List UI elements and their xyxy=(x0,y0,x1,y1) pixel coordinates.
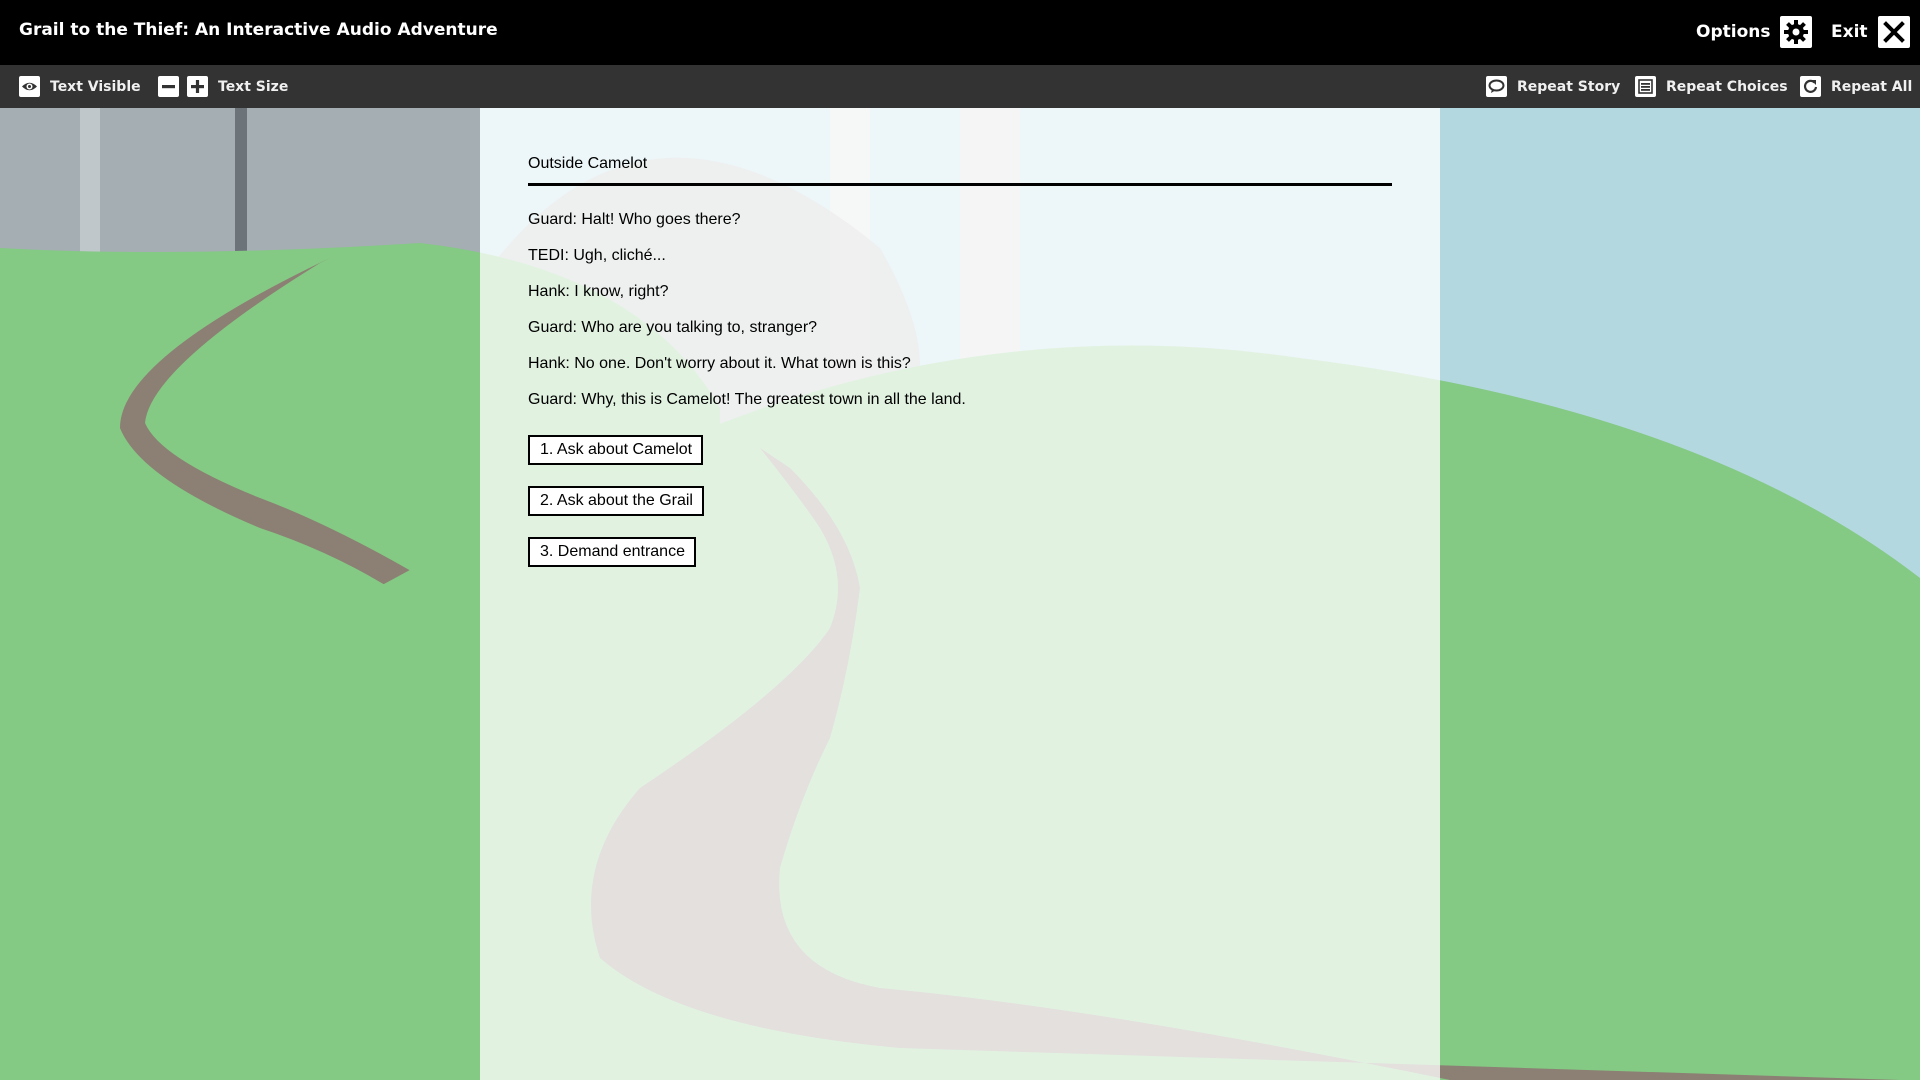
title-bar: Grail to the Thief: An Interactive Audio… xyxy=(0,0,1920,65)
repeat-choices-label: Repeat Choices xyxy=(1666,78,1788,95)
eye-icon xyxy=(19,76,40,97)
repeat-choices-button[interactable]: Repeat Choices xyxy=(1635,75,1788,98)
choice-demand-entrance-button[interactable]: 3. Demand entrance xyxy=(528,537,696,567)
app-title: Grail to the Thief: An Interactive Audio… xyxy=(19,20,498,40)
story-panel: Outside Camelot Guard: Halt! Who goes th… xyxy=(480,108,1440,1080)
exit-button[interactable]: Exit xyxy=(1831,15,1910,49)
exit-label: Exit xyxy=(1831,22,1868,42)
text-visible-label: Text Visible xyxy=(50,78,141,95)
choice-ask-camelot-button[interactable]: 1. Ask about Camelot xyxy=(528,435,704,465)
options-button[interactable]: Options xyxy=(1696,15,1813,49)
repeat-all-button[interactable]: Repeat All xyxy=(1800,75,1912,98)
refresh-icon xyxy=(1800,76,1821,97)
text-size-control: Text Size xyxy=(158,75,288,98)
location-title: Outside Camelot xyxy=(528,155,648,172)
gear-icon xyxy=(1780,16,1813,48)
minus-icon[interactable] xyxy=(158,76,179,97)
close-icon xyxy=(1877,16,1910,48)
dialogue-line: Guard: Who are you talking to, stranger? xyxy=(528,319,818,336)
dialogue-line: Hank: I know, right? xyxy=(528,283,669,300)
dialogue-list: Guard: Halt! Who goes there? TEDI: Ugh, … xyxy=(528,211,966,427)
repeat-story-button[interactable]: Repeat Story xyxy=(1486,75,1620,98)
text-visible-toggle[interactable]: Text Visible xyxy=(19,75,141,98)
plus-icon[interactable] xyxy=(187,76,208,97)
toolbar: Text Visible Text Size Repeat Story Repe… xyxy=(0,65,1920,108)
dialogue-line: Guard: Halt! Who goes there? xyxy=(528,211,741,228)
speech-bubble-icon xyxy=(1486,76,1507,97)
choice-list: 1. Ask about Camelot 2. Ask about the Gr… xyxy=(528,435,704,588)
repeat-story-label: Repeat Story xyxy=(1517,78,1621,95)
dialogue-line: TEDI: Ugh, cliché... xyxy=(528,247,666,264)
options-label: Options xyxy=(1696,22,1771,42)
choice-ask-grail-button[interactable]: 2. Ask about the Grail xyxy=(528,486,704,516)
title-divider xyxy=(528,183,1392,186)
repeat-all-label: Repeat All xyxy=(1831,78,1913,95)
dialogue-line: Hank: No one. Don't worry about it. What… xyxy=(528,355,911,372)
text-size-label: Text Size xyxy=(218,78,289,95)
list-icon xyxy=(1635,76,1656,97)
dialogue-line: Guard: Why, this is Camelot! The greates… xyxy=(528,391,966,408)
